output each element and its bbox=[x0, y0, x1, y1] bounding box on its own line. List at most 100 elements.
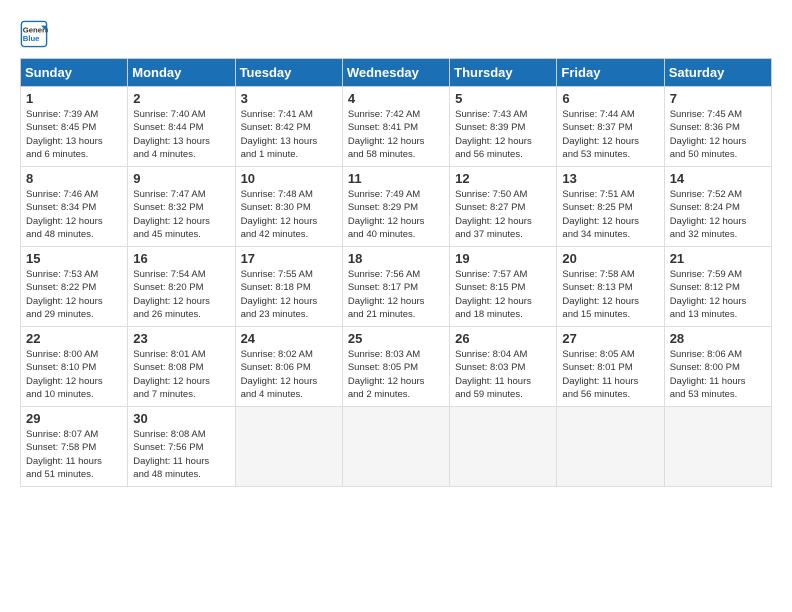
day-number: 4 bbox=[348, 91, 444, 106]
page-header: General Blue bbox=[20, 20, 772, 48]
calendar-day-cell: 25Sunrise: 8:03 AM Sunset: 8:05 PM Dayli… bbox=[342, 327, 449, 407]
day-info: Sunrise: 7:58 AM Sunset: 8:13 PM Dayligh… bbox=[562, 268, 658, 321]
calendar-week-row: 29 Sunrise: 8:07 AM Sunset: 7:58 PM Dayli… bbox=[21, 407, 772, 487]
day-info: Sunrise: 7:53 AM Sunset: 8:22 PM Dayligh… bbox=[26, 268, 122, 321]
day-info: Sunrise: 7:40 AM Sunset: 8:44 PM Dayligh… bbox=[133, 108, 229, 161]
calendar-day-cell: 22 Sunrise: 8:00 AM Sunset: 8:10 PM Dayli… bbox=[21, 327, 128, 407]
day-number: 9 bbox=[133, 171, 229, 186]
day-number: 27 bbox=[562, 331, 658, 346]
calendar-day-cell: 11Sunrise: 7:49 AM Sunset: 8:29 PM Dayli… bbox=[342, 167, 449, 247]
calendar-day-cell: 6 Sunrise: 7:44 AM Sunset: 8:37 PM Daylig… bbox=[557, 87, 664, 167]
calendar-day-cell: 8 Sunrise: 7:46 AM Sunset: 8:34 PM Daylig… bbox=[21, 167, 128, 247]
day-number: 22 bbox=[26, 331, 122, 346]
day-info: Sunrise: 8:06 AM Sunset: 8:00 PM Dayligh… bbox=[670, 348, 766, 401]
day-info: Sunrise: 8:05 AM Sunset: 8:01 PM Dayligh… bbox=[562, 348, 658, 401]
day-info: Sunrise: 7:39 AM Sunset: 8:45 PM Dayligh… bbox=[26, 108, 122, 161]
calendar-table: SundayMondayTuesdayWednesdayThursdayFrid… bbox=[20, 58, 772, 487]
day-info: Sunrise: 7:45 AM Sunset: 8:36 PM Dayligh… bbox=[670, 108, 766, 161]
calendar-day-cell: 26Sunrise: 8:04 AM Sunset: 8:03 PM Dayli… bbox=[450, 327, 557, 407]
day-info: Sunrise: 7:44 AM Sunset: 8:37 PM Dayligh… bbox=[562, 108, 658, 161]
calendar-day-cell: 9 Sunrise: 7:47 AM Sunset: 8:32 PM Daylig… bbox=[128, 167, 235, 247]
calendar-day-cell: 14 Sunrise: 7:52 AM Sunset: 8:24 PM Dayli… bbox=[664, 167, 771, 247]
day-info: Sunrise: 8:04 AM Sunset: 8:03 PM Dayligh… bbox=[455, 348, 551, 401]
day-of-week-header: Saturday bbox=[664, 59, 771, 87]
calendar-day-cell: 10 Sunrise: 7:48 AM Sunset: 8:30 PM Dayli… bbox=[235, 167, 342, 247]
day-number: 21 bbox=[670, 251, 766, 266]
day-of-week-header: Wednesday bbox=[342, 59, 449, 87]
logo-icon: General Blue bbox=[20, 20, 48, 48]
calendar-week-row: 8 Sunrise: 7:46 AM Sunset: 8:34 PM Daylig… bbox=[21, 167, 772, 247]
day-number: 20 bbox=[562, 251, 658, 266]
day-info: Sunrise: 7:48 AM Sunset: 8:30 PM Dayligh… bbox=[241, 188, 337, 241]
calendar-day-cell: 12 Sunrise: 7:50 AM Sunset: 8:27 PM Dayli… bbox=[450, 167, 557, 247]
day-info: Sunrise: 7:50 AM Sunset: 8:27 PM Dayligh… bbox=[455, 188, 551, 241]
day-number: 7 bbox=[670, 91, 766, 106]
calendar-day-cell: 29 Sunrise: 8:07 AM Sunset: 7:58 PM Dayli… bbox=[21, 407, 128, 487]
day-number: 2 bbox=[133, 91, 229, 106]
calendar-day-cell: 28 Sunrise: 8:06 AM Sunset: 8:00 PM Dayli… bbox=[664, 327, 771, 407]
day-info: Sunrise: 8:02 AM Sunset: 8:06 PM Dayligh… bbox=[241, 348, 337, 401]
calendar-day-cell: 13Sunrise: 7:51 AM Sunset: 8:25 PM Dayli… bbox=[557, 167, 664, 247]
day-number: 8 bbox=[26, 171, 122, 186]
day-info: Sunrise: 8:00 AM Sunset: 8:10 PM Dayligh… bbox=[26, 348, 122, 401]
logo: General Blue bbox=[20, 20, 56, 48]
calendar-day-cell: 21Sunrise: 7:59 AM Sunset: 8:12 PM Dayli… bbox=[664, 247, 771, 327]
day-number: 3 bbox=[241, 91, 337, 106]
calendar-day-cell: 1 Sunrise: 7:39 AM Sunset: 8:45 PM Daylig… bbox=[21, 87, 128, 167]
day-info: Sunrise: 7:57 AM Sunset: 8:15 PM Dayligh… bbox=[455, 268, 551, 321]
day-number: 28 bbox=[670, 331, 766, 346]
calendar-day-cell: 20 Sunrise: 7:58 AM Sunset: 8:13 PM Dayli… bbox=[557, 247, 664, 327]
day-number: 24 bbox=[241, 331, 337, 346]
day-info: Sunrise: 8:07 AM Sunset: 7:58 PM Dayligh… bbox=[26, 428, 122, 481]
day-info: Sunrise: 7:51 AM Sunset: 8:25 PM Dayligh… bbox=[562, 188, 658, 241]
day-info: Sunrise: 7:47 AM Sunset: 8:32 PM Dayligh… bbox=[133, 188, 229, 241]
day-info: Sunrise: 7:41 AM Sunset: 8:42 PM Dayligh… bbox=[241, 108, 337, 161]
svg-text:Blue: Blue bbox=[23, 34, 40, 43]
calendar-day-cell: 4 Sunrise: 7:42 AM Sunset: 8:41 PM Daylig… bbox=[342, 87, 449, 167]
calendar-week-row: 15Sunrise: 7:53 AM Sunset: 8:22 PM Dayli… bbox=[21, 247, 772, 327]
day-number: 12 bbox=[455, 171, 551, 186]
day-info: Sunrise: 7:49 AM Sunset: 8:29 PM Dayligh… bbox=[348, 188, 444, 241]
calendar-day-cell: 24 Sunrise: 8:02 AM Sunset: 8:06 PM Dayli… bbox=[235, 327, 342, 407]
calendar-day-cell: 16 Sunrise: 7:54 AM Sunset: 8:20 PM Dayli… bbox=[128, 247, 235, 327]
day-number: 14 bbox=[670, 171, 766, 186]
calendar-day-cell bbox=[664, 407, 771, 487]
calendar-day-cell bbox=[450, 407, 557, 487]
day-number: 29 bbox=[26, 411, 122, 426]
day-info: Sunrise: 7:46 AM Sunset: 8:34 PM Dayligh… bbox=[26, 188, 122, 241]
calendar-week-row: 22 Sunrise: 8:00 AM Sunset: 8:10 PM Dayli… bbox=[21, 327, 772, 407]
day-of-week-header: Thursday bbox=[450, 59, 557, 87]
day-number: 25 bbox=[348, 331, 444, 346]
day-info: Sunrise: 7:52 AM Sunset: 8:24 PM Dayligh… bbox=[670, 188, 766, 241]
day-of-week-header: Tuesday bbox=[235, 59, 342, 87]
calendar-day-cell: 7 Sunrise: 7:45 AM Sunset: 8:36 PM Daylig… bbox=[664, 87, 771, 167]
day-number: 23 bbox=[133, 331, 229, 346]
day-number: 19 bbox=[455, 251, 551, 266]
day-number: 17 bbox=[241, 251, 337, 266]
day-number: 6 bbox=[562, 91, 658, 106]
calendar-day-cell: 5Sunrise: 7:43 AM Sunset: 8:39 PM Daylig… bbox=[450, 87, 557, 167]
calendar-day-cell: 19 Sunrise: 7:57 AM Sunset: 8:15 PM Dayli… bbox=[450, 247, 557, 327]
day-info: Sunrise: 8:08 AM Sunset: 7:56 PM Dayligh… bbox=[133, 428, 229, 481]
calendar-day-cell: 30Sunrise: 8:08 AM Sunset: 7:56 PM Dayli… bbox=[128, 407, 235, 487]
day-of-week-header: Monday bbox=[128, 59, 235, 87]
day-info: Sunrise: 7:42 AM Sunset: 8:41 PM Dayligh… bbox=[348, 108, 444, 161]
day-number: 18 bbox=[348, 251, 444, 266]
day-of-week-header: Friday bbox=[557, 59, 664, 87]
calendar-header-row: SundayMondayTuesdayWednesdayThursdayFrid… bbox=[21, 59, 772, 87]
calendar-day-cell bbox=[557, 407, 664, 487]
calendar-day-cell: 3 Sunrise: 7:41 AM Sunset: 8:42 PM Daylig… bbox=[235, 87, 342, 167]
calendar-day-cell: 27 Sunrise: 8:05 AM Sunset: 8:01 PM Dayli… bbox=[557, 327, 664, 407]
calendar-day-cell: 18 Sunrise: 7:56 AM Sunset: 8:17 PM Dayli… bbox=[342, 247, 449, 327]
calendar-day-cell bbox=[235, 407, 342, 487]
calendar-day-cell: 2 Sunrise: 7:40 AM Sunset: 8:44 PM Daylig… bbox=[128, 87, 235, 167]
day-info: Sunrise: 7:54 AM Sunset: 8:20 PM Dayligh… bbox=[133, 268, 229, 321]
day-of-week-header: Sunday bbox=[21, 59, 128, 87]
calendar-day-cell: 17Sunrise: 7:55 AM Sunset: 8:18 PM Dayli… bbox=[235, 247, 342, 327]
day-info: Sunrise: 7:56 AM Sunset: 8:17 PM Dayligh… bbox=[348, 268, 444, 321]
day-number: 10 bbox=[241, 171, 337, 186]
day-number: 16 bbox=[133, 251, 229, 266]
day-number: 5 bbox=[455, 91, 551, 106]
day-number: 1 bbox=[26, 91, 122, 106]
calendar-day-cell: 15Sunrise: 7:53 AM Sunset: 8:22 PM Dayli… bbox=[21, 247, 128, 327]
